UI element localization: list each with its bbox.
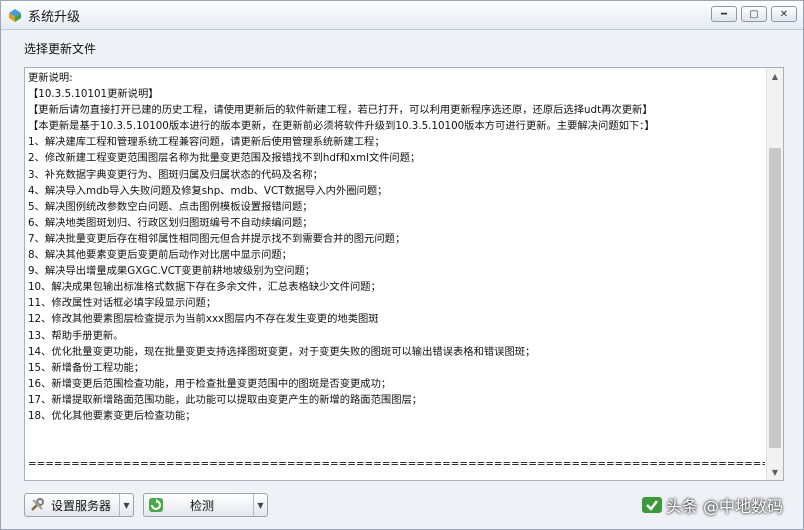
release-note-line: 10、解决成果包输出标准格式数据下存在多余文件，汇总表格缺少文件问题； bbox=[28, 281, 381, 294]
release-note-line: 14、优化批量变更功能，现在批量变更支持选择图斑变更，对于变更失败的图斑可以输出… bbox=[28, 345, 536, 358]
server-settings-label: 设置服务器 bbox=[51, 498, 112, 513]
chevron-down-icon: ▼ bbox=[257, 500, 264, 510]
vertical-scrollbar[interactable]: ▲ ▼ bbox=[766, 68, 783, 480]
release-notes-textbox[interactable]: 更新说明: 【10.3.5.10101更新说明】【更新后请勿直接打开已建的历史工程… bbox=[24, 67, 784, 481]
refresh-check-icon bbox=[149, 498, 163, 512]
release-note-line: 更新说明: bbox=[28, 72, 73, 84]
release-note-line: 【10.3.5.10101更新说明】 bbox=[28, 88, 159, 101]
release-note-line: 11、修改属性对话框必填字段显示问题； bbox=[28, 297, 217, 310]
release-note-line: 1、解决建库工程和管理系统工程兼容问题，请更新后使用管理系统新建工程； bbox=[28, 136, 385, 149]
title-bar[interactable]: 系统升级 ━ ▢ ✕ bbox=[1, 1, 803, 30]
scrollbar-thumb[interactable] bbox=[769, 148, 781, 448]
release-note-line: 2、修改新建工程变更范围图层名称为批量变更范围及报错找不到hdf和xml文件问题… bbox=[28, 152, 421, 165]
window-controls: ━ ▢ ✕ bbox=[711, 6, 797, 22]
window-title: 系统升级 bbox=[28, 10, 81, 25]
check-split-button: 检测 ▼ bbox=[143, 493, 268, 517]
release-note-line: 5、解决图例统改参数空白问题、点击图例模板设置报错问题； bbox=[28, 200, 313, 213]
chevron-up-icon: ▲ bbox=[771, 71, 779, 81]
release-note-line: 8、解决其他要素变更后变更前后动作对比居中显示问题； bbox=[28, 249, 292, 262]
server-settings-split-button: 设置服务器 ▼ bbox=[24, 493, 134, 517]
system-upgrade-window: 系统升级 ━ ▢ ✕ 选择更新文件 更新说明: 【10.3.5.10101更新说明… bbox=[0, 0, 804, 530]
minimize-button[interactable]: ━ bbox=[711, 6, 737, 22]
release-note-line: ========================================… bbox=[28, 458, 765, 471]
release-note-line: 6、解决地类图斑划归、行政区划归图斑编号不自动续编问题； bbox=[28, 216, 313, 229]
server-settings-dropdown[interactable]: ▼ bbox=[120, 494, 133, 516]
scroll-down-arrow[interactable]: ▼ bbox=[767, 464, 783, 480]
release-note-line bbox=[28, 424, 765, 440]
check-dropdown[interactable]: ▼ bbox=[254, 494, 267, 516]
maximize-icon: ▢ bbox=[749, 8, 759, 20]
maximize-button[interactable]: ▢ bbox=[741, 6, 767, 22]
release-note-line: 7、解决批量变更后存在相邻属性相同图元但合并提示找不到需要合并的图元问题； bbox=[28, 232, 406, 245]
select-update-file-label: 选择更新文件 bbox=[24, 42, 97, 56]
close-icon: ✕ bbox=[779, 8, 789, 20]
release-note-line: 4、解决导入mdb导入失败问题及修复shp、mdb、VCT数据导入内外圈问题； bbox=[28, 184, 388, 197]
check-button[interactable]: 检测 bbox=[144, 494, 254, 516]
chevron-down-icon: ▼ bbox=[123, 500, 130, 510]
watermark: 头条 @中地数码 bbox=[641, 493, 783, 517]
release-notes-content: 更新说明: 【10.3.5.10101更新说明】【更新后请勿直接打开已建的历史工程… bbox=[28, 70, 765, 478]
watermark-logo-icon bbox=[641, 497, 662, 513]
release-note-line: 【本更新是基于10.3.5.10100版本进行的版本更新，在更新前必须将软件升级… bbox=[28, 120, 655, 133]
release-note-line: 12、修改其他要素图层检查提示为当前xxx图层内不存在发生变更的地类图斑 bbox=[28, 313, 379, 326]
release-note-line: 【更新后请勿直接打开已建的历史工程，请使用更新后的软件新建工程，若已打开，可以利… bbox=[28, 104, 653, 117]
check-label: 检测 bbox=[190, 498, 215, 513]
release-note-line: 3、补充数据字典变更行为、图斑归属及归属状态的代码及名称； bbox=[28, 168, 323, 181]
app-logo-icon bbox=[9, 9, 21, 22]
release-note-line: 16、新增变更后范围检查功能，用于检查批量变更范围中的图斑是否变更成功； bbox=[28, 377, 392, 390]
release-note-line: 15、新增备份工程功能； bbox=[28, 361, 145, 374]
scroll-up-arrow[interactable]: ▲ bbox=[767, 68, 783, 84]
close-button[interactable]: ✕ bbox=[771, 6, 797, 22]
minimize-icon: ━ bbox=[720, 8, 728, 20]
chevron-down-icon: ▼ bbox=[771, 467, 779, 477]
tools-icon bbox=[31, 498, 44, 511]
release-note-line: 13、帮助手册更新。 bbox=[28, 329, 124, 342]
release-note-line: 9、解决导出增量成果GXGC.VCT变更前耕地坡级别为空问题； bbox=[28, 265, 316, 278]
watermark-text: 头条 @中地数码 bbox=[665, 497, 783, 516]
release-note-line bbox=[28, 440, 765, 456]
server-settings-button[interactable]: 设置服务器 bbox=[25, 494, 120, 516]
release-note-line: 18、优化其他要素变更后检查功能； bbox=[28, 409, 196, 422]
release-note-line: 17、新增提取新增路面范围功能，此功能可以提取由变更产生的新增的路面范围图层； bbox=[28, 393, 423, 406]
